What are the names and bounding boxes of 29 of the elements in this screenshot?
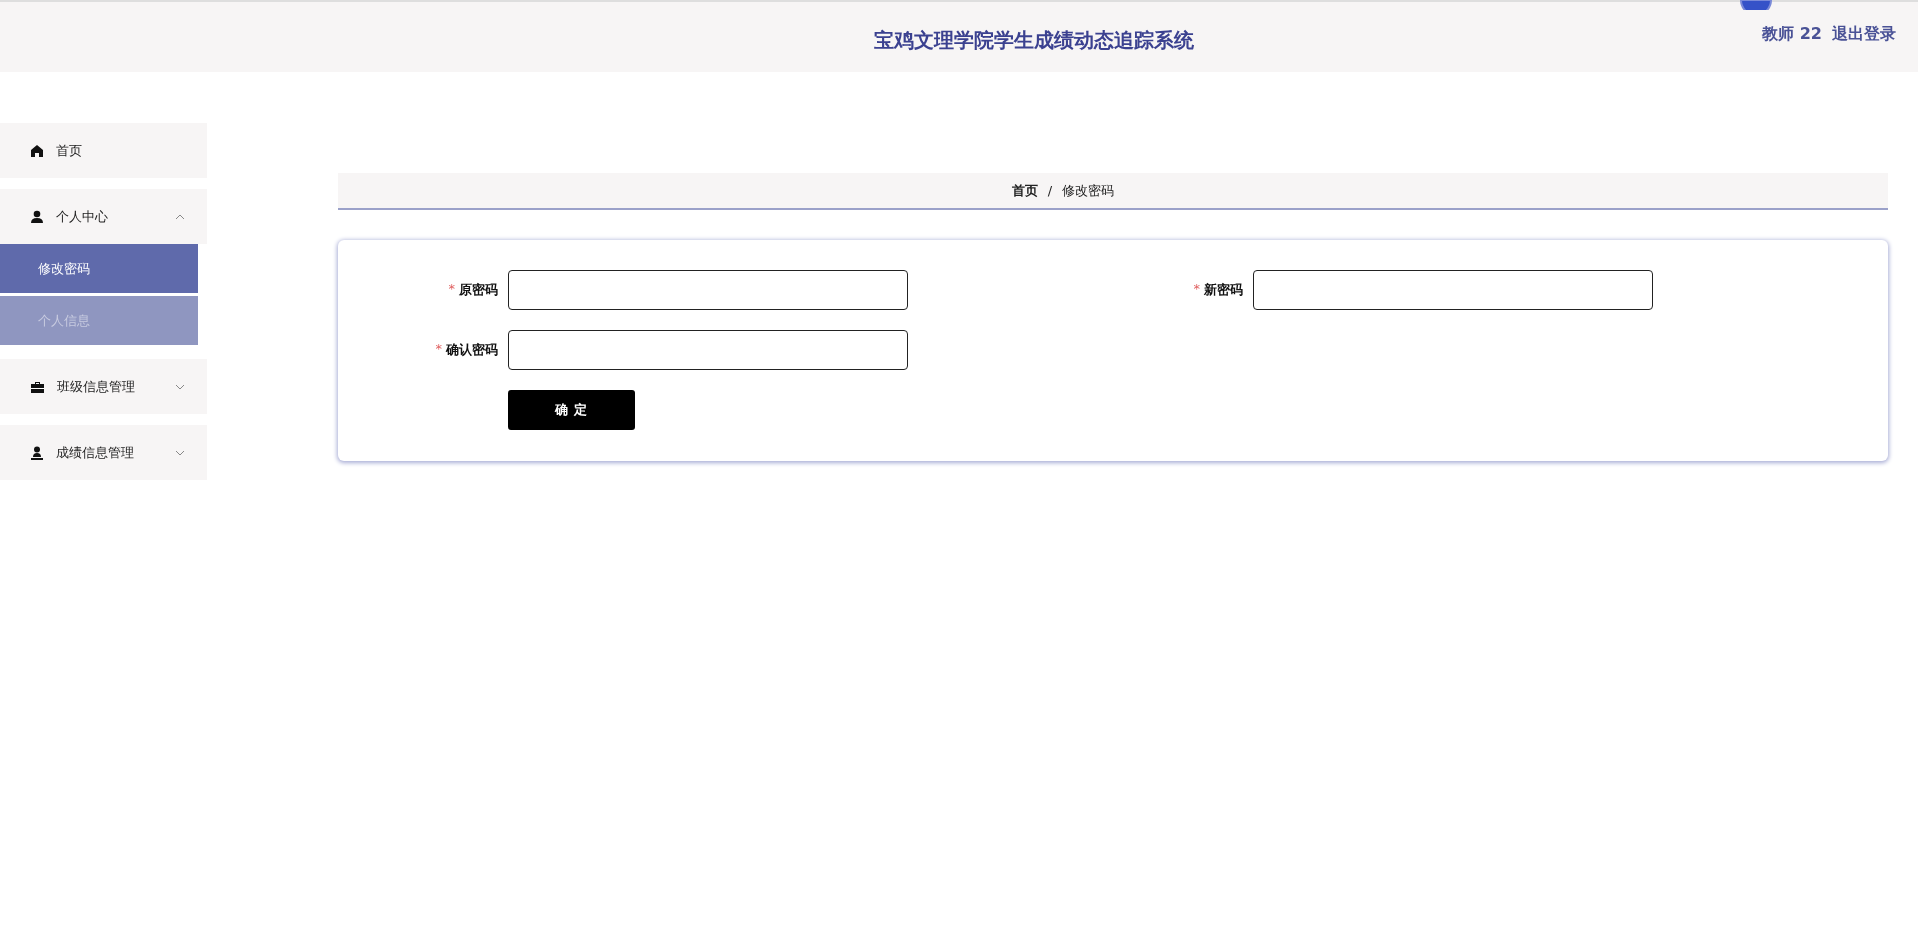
briefcase-icon: [30, 379, 45, 394]
field-label: 原密码: [459, 281, 498, 299]
person-stand-icon: [30, 445, 44, 460]
menu-group[interactable]: 班级信息管理: [0, 359, 207, 414]
chevron-down-icon: [175, 448, 185, 457]
breadcrumb-current: 修改密码: [1062, 181, 1115, 200]
password-field[interactable]: [508, 270, 908, 310]
field-label: 确认密码: [446, 341, 498, 359]
password-field[interactable]: [508, 330, 908, 370]
breadcrumb-link[interactable]: 首页: [1011, 181, 1038, 200]
required-mark: *: [448, 281, 455, 298]
person-icon: [30, 209, 44, 224]
menu-group[interactable]: 成绩信息管理: [0, 425, 207, 480]
user-name: 教师 22: [1762, 24, 1822, 45]
menu-item[interactable]: 首页: [0, 123, 207, 178]
avatar-icon[interactable]: [1740, 0, 1772, 10]
chevron-down-icon: [175, 382, 185, 391]
field-label: 新密码: [1204, 281, 1243, 299]
chevron-up-icon: [175, 212, 185, 221]
required-mark: *: [1193, 281, 1200, 298]
confirm-button[interactable]: 确 定: [508, 390, 635, 430]
breadcrumb-separator: /: [1047, 183, 1053, 198]
app-title: 宝鸡文理学院学生成绩动态追踪系统: [874, 27, 1194, 54]
menu-group[interactable]: 个人中心: [0, 189, 207, 244]
submenu-item[interactable]: 修改密码: [0, 244, 198, 293]
password-field[interactable]: [1253, 270, 1653, 310]
logout-link[interactable]: 退出登录: [1832, 24, 1896, 45]
home-icon: [30, 143, 44, 158]
required-mark: *: [435, 341, 442, 358]
